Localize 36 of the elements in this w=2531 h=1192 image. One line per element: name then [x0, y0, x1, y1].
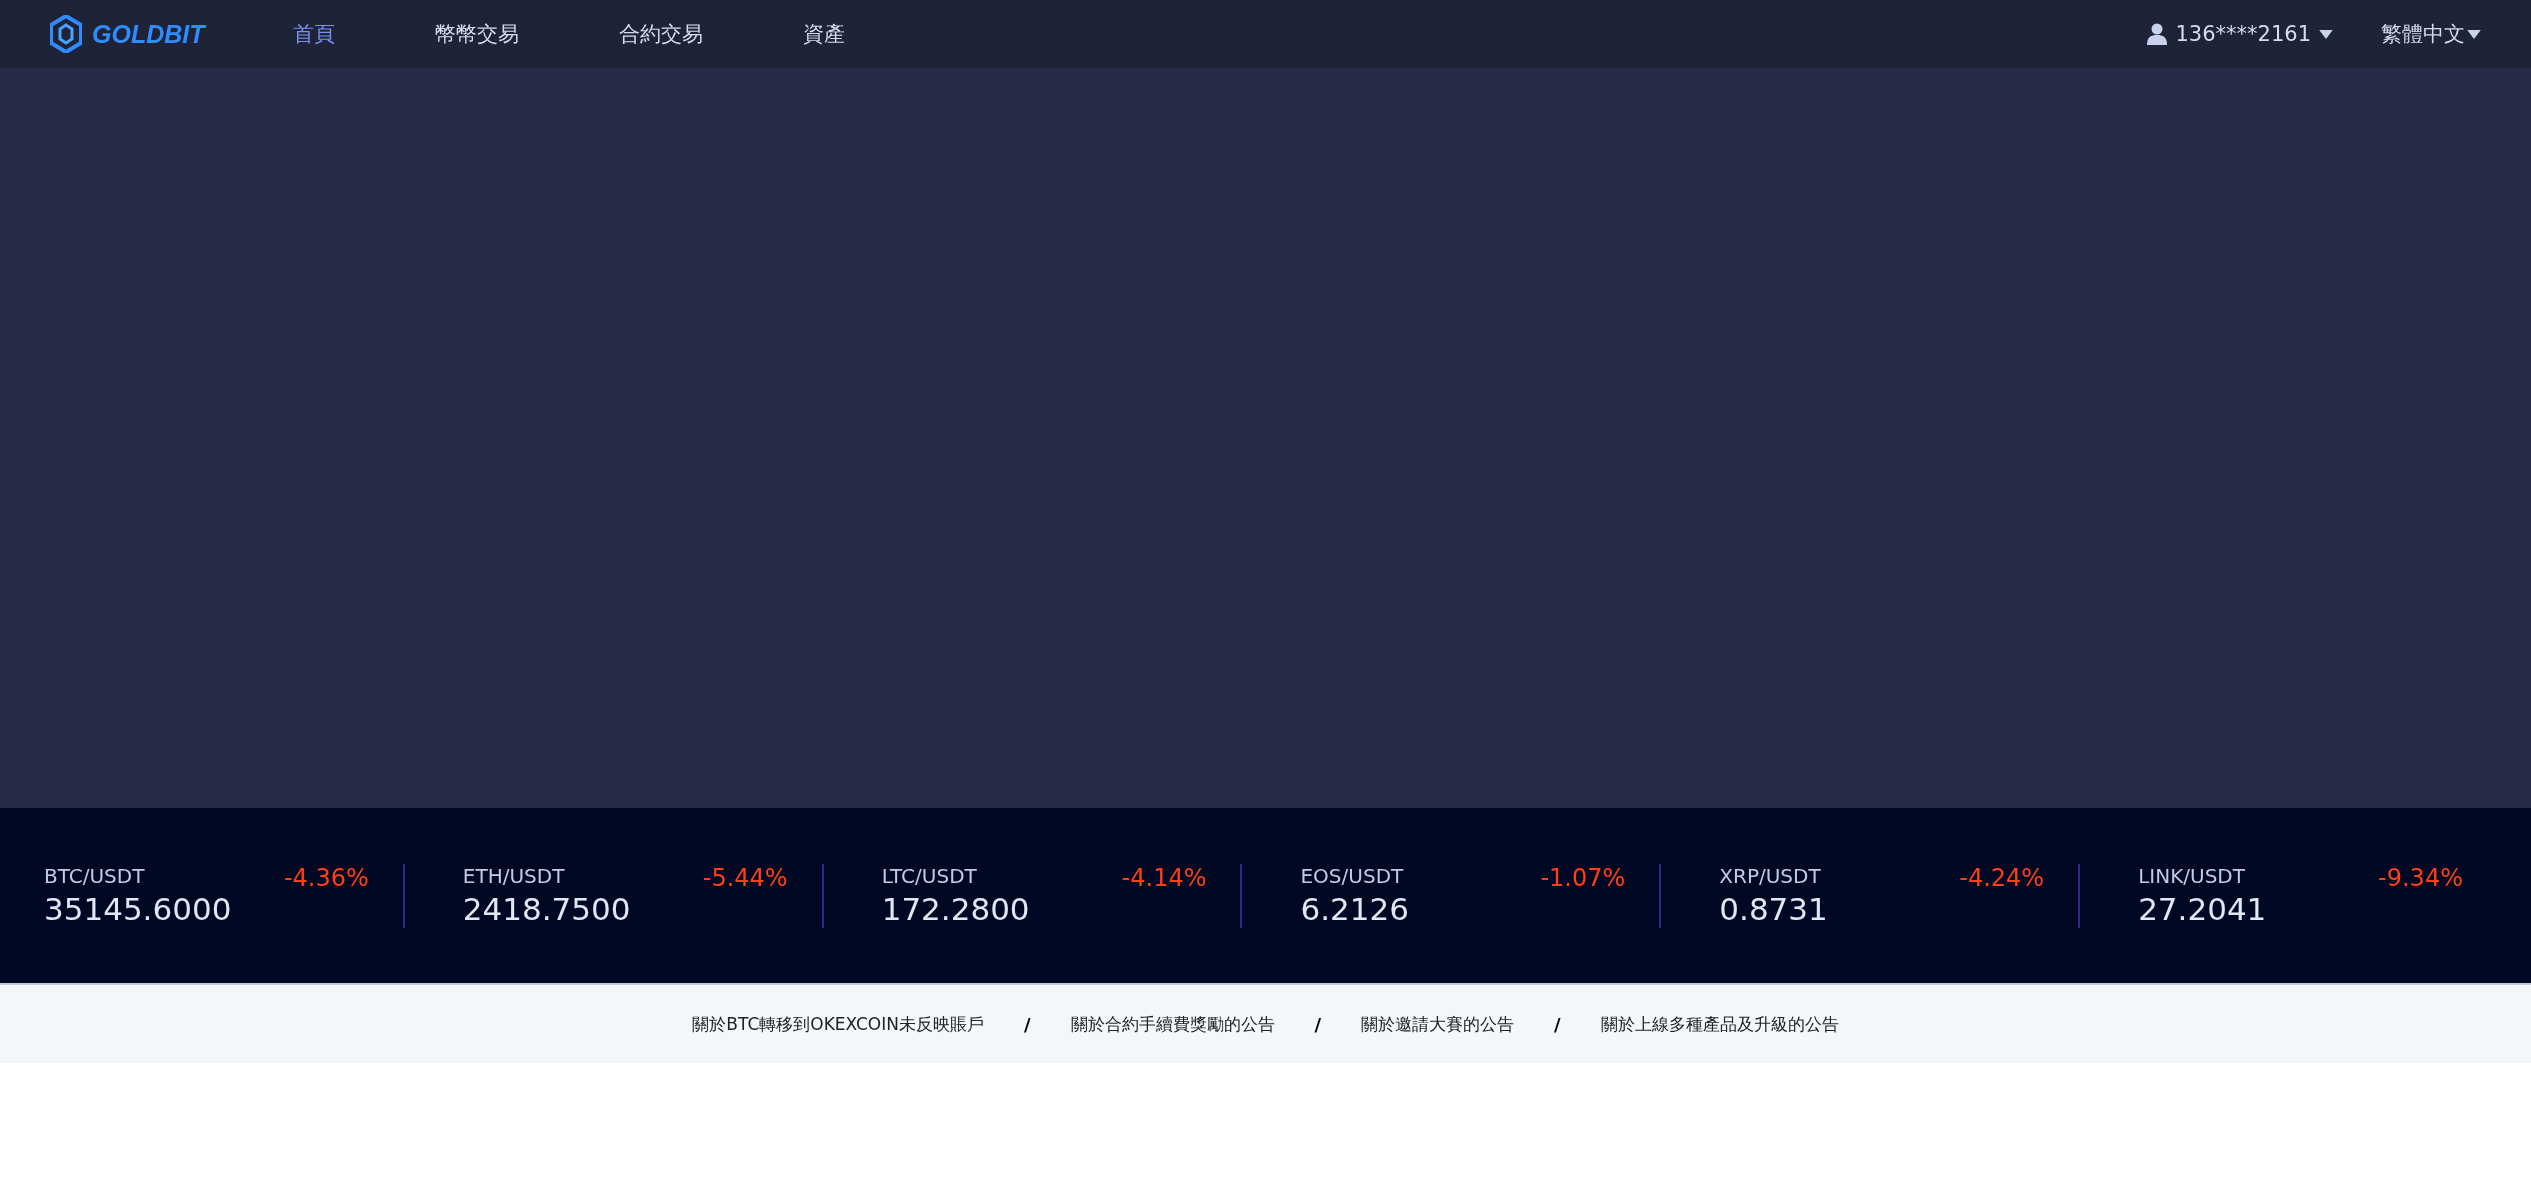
separator: /	[1554, 1013, 1561, 1035]
price-change: -5.44%	[702, 864, 788, 892]
price: 27.2041	[2138, 892, 2267, 927]
price: 172.2800	[881, 892, 1030, 927]
pair-name: EOS/USDT	[1300, 864, 1405, 888]
price: 0.8731	[1719, 892, 1828, 927]
pair-name: XRP/USDT	[1719, 864, 1822, 888]
price: 35145.6000	[44, 892, 232, 927]
price-change: -4.14%	[1121, 864, 1207, 892]
price: 2418.7500	[462, 892, 631, 927]
nav-link[interactable]: 幣幣交易	[434, 20, 519, 48]
caret-icon	[2319, 29, 2333, 39]
pair-name: LTC/USDT	[881, 864, 978, 888]
announcement-link[interactable]: 關於BTC轉移到OKEXCOIN未反映賬戶	[692, 1012, 984, 1036]
user-icon	[2147, 23, 2168, 45]
pair-name: ETH/USDT	[462, 864, 566, 888]
announcement-link[interactable]: 關於合約手續費獎勵的公告	[1070, 1012, 1275, 1036]
separator: /	[1314, 1013, 1322, 1035]
nav-link[interactable]: 資產	[802, 20, 845, 48]
pair-name: LINK/USDT	[2138, 864, 2246, 888]
hexagon-logo-icon	[50, 15, 82, 53]
nav-link[interactable]: 首頁	[292, 20, 335, 48]
account-menu[interactable]: 136****2161	[2147, 22, 2333, 46]
brand-name: GOLDBIT	[92, 19, 205, 49]
language-menu[interactable]: 繁體中文	[2381, 20, 2481, 48]
caret-icon	[2467, 29, 2481, 39]
price-change: -4.24%	[1959, 864, 2045, 892]
price-change: -4.36%	[283, 864, 369, 892]
price-change: -1.07%	[1540, 864, 1626, 892]
pair-name: BTC/USDT	[44, 864, 146, 888]
announcement-link[interactable]: 關於邀請大賽的公告	[1361, 1012, 1515, 1036]
separator: /	[1023, 1013, 1031, 1035]
announcement-link[interactable]: 關於上線多種產品及升級的公告	[1600, 1012, 1839, 1036]
price: 6.2126	[1300, 892, 1409, 927]
nav-link[interactable]: 合約交易	[618, 20, 703, 48]
price-change: -9.34%	[2378, 864, 2463, 892]
